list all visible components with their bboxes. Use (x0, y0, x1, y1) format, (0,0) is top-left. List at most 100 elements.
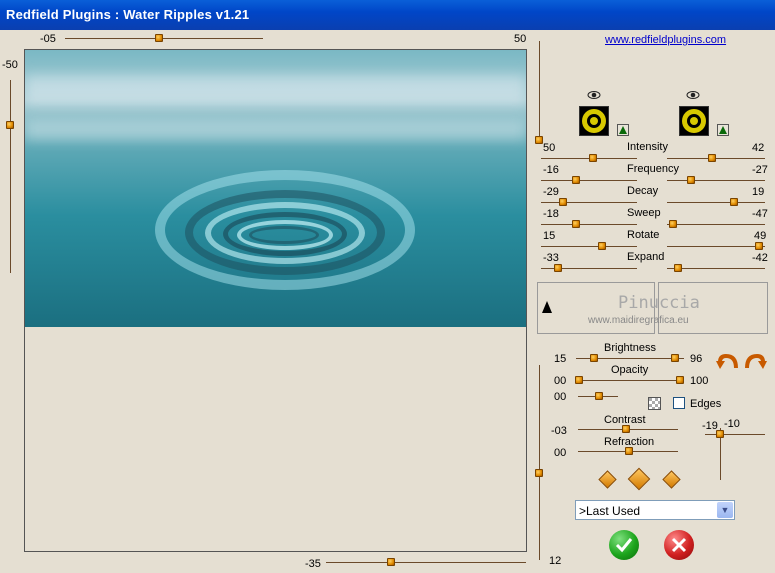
chevron-down-icon[interactable]: ▼ (717, 502, 733, 518)
eye-icon[interactable] (587, 90, 601, 100)
frequency-left-value: -16 (543, 164, 559, 176)
left-slider-thumb[interactable] (6, 121, 14, 129)
frequency-left-slider-thumb[interactable] (572, 176, 580, 184)
expand-right-value: -42 (752, 252, 768, 264)
bottom-right-value: 12 (549, 555, 562, 567)
intensity-right-value: 42 (752, 142, 765, 154)
water-preview-image (25, 50, 526, 327)
intensity-left-slider-thumb[interactable] (589, 154, 597, 162)
top-slider-thumb[interactable] (155, 34, 163, 42)
redo-arrow-icon[interactable] (743, 352, 767, 372)
decay-left-slider-thumb[interactable] (559, 198, 567, 206)
rotate-left-slider-thumb[interactable] (598, 242, 606, 250)
frequency-right-slider-thumb[interactable] (687, 176, 695, 184)
frequency-right-value: -27 (752, 164, 768, 176)
contrast-slider-thumb[interactable] (622, 425, 630, 433)
preview-pane[interactable] (24, 49, 527, 552)
intensity-right-slider-thumb[interactable] (708, 154, 716, 162)
sweep-right-slider-track[interactable] (667, 224, 765, 225)
sweep-right-slider-thumb[interactable] (669, 220, 677, 228)
x-icon (671, 537, 687, 553)
opacity-second-value: 00 (554, 391, 567, 403)
eye-icon[interactable] (686, 90, 700, 100)
expand-left-slider-thumb[interactable] (554, 264, 562, 272)
intensity-right-slider-track[interactable] (667, 158, 765, 159)
random-all-button[interactable] (627, 467, 651, 491)
sweep-left-slider-thumb[interactable] (572, 220, 580, 228)
left-slider-track[interactable] (10, 80, 11, 273)
undo-arrow-icon[interactable] (716, 352, 740, 372)
wave-source-2-icon[interactable] (679, 106, 709, 136)
wave-source-2-up-button[interactable] (717, 124, 729, 136)
bottom-slider-thumb[interactable] (387, 558, 395, 566)
random-large-button[interactable] (662, 470, 681, 489)
opacity-right-thumb[interactable] (676, 376, 684, 384)
refraction-slider-thumb[interactable] (625, 447, 633, 455)
rotate-label: Rotate (627, 229, 660, 241)
edges-checkbox[interactable] (673, 397, 685, 409)
opacity-left-thumb[interactable] (575, 376, 583, 384)
right-vertical-slider-track[interactable] (539, 41, 540, 141)
rotate-right-slider-track[interactable] (667, 246, 765, 247)
rotate-right-slider-thumb[interactable] (755, 242, 763, 250)
plugin-client-area: -05 50 -50 -35 12 www.redfieldplugins.co… (0, 30, 775, 573)
preset-select[interactable]: >Last Used ▼ (575, 500, 735, 520)
right-vertical-slider-thumb[interactable] (535, 136, 543, 144)
watermark-site: www.maidiregrafica.eu (588, 315, 689, 326)
sweep-left-slider-track[interactable] (541, 224, 637, 225)
rotate-left-slider-track[interactable] (541, 246, 637, 247)
window-title-bar: Redfield Plugins : Water Ripples v1.21 (0, 0, 775, 30)
expand-label: Expand (627, 251, 665, 263)
top-slider-track[interactable] (65, 38, 263, 39)
brightness-left-value: 15 (554, 353, 567, 365)
bottom-slider-track[interactable] (326, 562, 526, 563)
brightness-right-thumb[interactable] (671, 354, 679, 362)
check-icon (615, 538, 633, 553)
rotate-left-value: 15 (543, 230, 556, 242)
decay-right-slider-thumb[interactable] (730, 198, 738, 206)
rotate-right-value: 49 (754, 230, 767, 242)
decay-label: Decay (627, 185, 659, 197)
wave-source-1-icon[interactable] (579, 106, 609, 136)
cancel-button[interactable] (664, 530, 694, 560)
window-title: Redfield Plugins : Water Ripples v1.21 (6, 7, 250, 22)
sweep-left-value: -18 (543, 208, 559, 220)
right-lower-slider-track[interactable] (539, 365, 540, 560)
top-slider-value: -05 (40, 33, 56, 45)
decay-left-value: -29 (543, 186, 559, 198)
sweep-right-value: -47 (752, 208, 768, 220)
watermark-name: Pinuccia (618, 293, 700, 313)
opacity-slider-track[interactable] (576, 380, 684, 381)
website-link[interactable]: www.redfieldplugins.com (605, 34, 726, 46)
preset-selected-value: >Last Used (579, 504, 641, 518)
light-x-track[interactable] (705, 434, 765, 435)
wave-source-1-up-button[interactable] (617, 124, 629, 136)
decay-right-value: 19 (752, 186, 765, 198)
edges-label: Edges (690, 398, 722, 410)
ok-button[interactable] (609, 530, 639, 560)
opacity-right-value: 100 (690, 375, 709, 387)
top-right-value: 50 (514, 33, 527, 45)
brightness-right-value: 96 (690, 353, 703, 365)
opacity-left-value: 00 (554, 375, 567, 387)
random-small-button[interactable] (598, 470, 617, 489)
frequency-label: Frequency (627, 163, 679, 175)
intensity-label: Intensity (627, 141, 668, 153)
light-y-value: -10 (724, 418, 740, 430)
right-lower-slider-thumb[interactable] (535, 469, 543, 477)
brightness-label: Brightness (604, 342, 656, 354)
sweep-label: Sweep (627, 207, 661, 219)
decay-left-slider-track[interactable] (541, 202, 637, 203)
brightness-left-thumb[interactable] (590, 354, 598, 362)
opacity-label: Opacity (611, 364, 649, 376)
refraction-value: 00 (554, 447, 567, 459)
frequency-left-slider-track[interactable] (541, 180, 637, 181)
light-position-thumb[interactable] (716, 430, 724, 438)
decay-right-slider-track[interactable] (667, 202, 765, 203)
pattern-icon[interactable] (648, 397, 661, 410)
expand-right-slider-thumb[interactable] (674, 264, 682, 272)
intensity-left-value: 50 (543, 142, 556, 154)
bottom-slider-value: -35 (305, 558, 321, 570)
frequency-right-slider-track[interactable] (667, 180, 765, 181)
opacity-second-thumb[interactable] (595, 392, 603, 400)
